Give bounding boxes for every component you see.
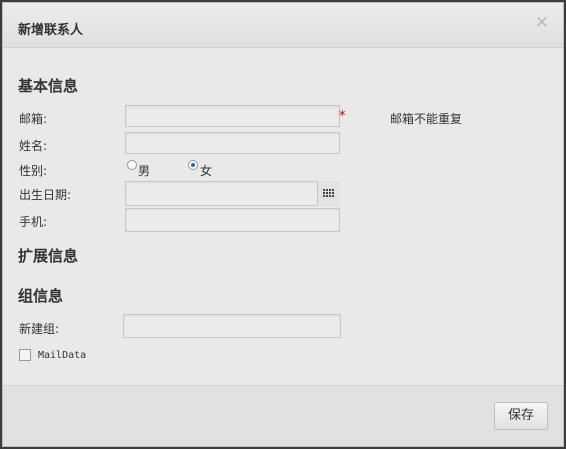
calendar-icon	[323, 189, 335, 198]
phone-field[interactable]	[125, 208, 340, 232]
gender-female-label: 女	[200, 164, 213, 178]
birthday-label: 出生日期:	[19, 188, 72, 202]
gender-label: 性别:	[19, 164, 48, 178]
add-contact-dialog: 新增联系人 × 基本信息 邮箱: * 邮箱不能重复 姓名: 性别: 男 女 出生…	[2, 2, 564, 447]
phone-label: 手机:	[19, 215, 48, 229]
gender-male-radio[interactable]	[127, 160, 137, 170]
birthday-field[interactable]	[125, 181, 340, 206]
name-field[interactable]	[125, 132, 340, 154]
required-mark: *	[339, 109, 346, 124]
dialog-footer: 保存	[3, 385, 563, 446]
mail-data-label: MailData	[38, 350, 87, 361]
email-hint: 邮箱不能重复	[390, 112, 463, 126]
name-label: 姓名:	[19, 139, 48, 153]
calendar-picker-button[interactable]	[317, 181, 340, 206]
extended-info-heading: 扩展信息	[18, 247, 79, 265]
basic-info-heading: 基本信息	[18, 77, 79, 95]
close-icon[interactable]: ×	[535, 14, 549, 31]
dialog-header: 新增联系人 ×	[3, 3, 563, 48]
gender-female-radio[interactable]	[188, 160, 198, 170]
new-group-label: 新建组:	[19, 322, 60, 336]
group-info-heading: 组信息	[18, 287, 64, 305]
save-button[interactable]: 保存	[494, 402, 548, 430]
gender-male-label: 男	[138, 164, 151, 178]
dialog-title: 新增联系人	[18, 23, 84, 38]
new-group-field[interactable]	[123, 314, 341, 338]
email-label: 邮箱:	[19, 112, 48, 126]
mail-data-checkbox[interactable]	[19, 349, 31, 361]
email-field[interactable]	[125, 105, 340, 127]
